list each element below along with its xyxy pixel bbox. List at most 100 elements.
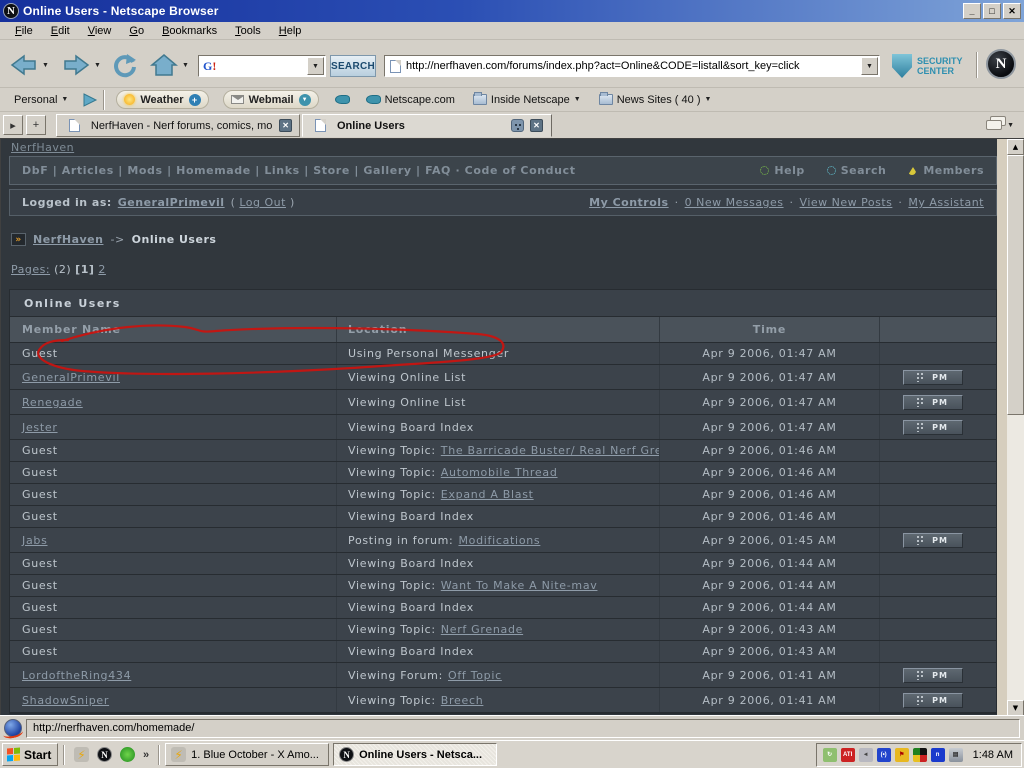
forum-nav-links[interactable]: DbF | Articles | Mods | Homemade | Links…	[22, 164, 576, 177]
tab-overview-button[interactable]: ▼	[984, 116, 1014, 134]
pm-button[interactable]: PM	[903, 533, 963, 548]
member-name[interactable]: Guest	[22, 645, 58, 658]
news-sites-folder[interactable]: News Sites ( 40 )▼	[599, 94, 712, 106]
page-2-link[interactable]: 2	[98, 263, 106, 276]
recycle-tray-icon[interactable]: ↻	[823, 748, 837, 762]
logout-link[interactable]: Log Out	[239, 196, 286, 209]
back-button[interactable]	[10, 54, 38, 76]
task-winamp[interactable]: ⚡ 1. Blue October - X Amo...	[165, 743, 329, 766]
maximize-button[interactable]: □	[983, 3, 1001, 19]
winamp-quicklaunch-icon[interactable]: ⚡	[73, 746, 90, 763]
avg-tray-icon[interactable]: ⚑	[895, 748, 909, 762]
column-header-time[interactable]: Time	[659, 317, 879, 342]
url-text[interactable]: http://nerfhaven.com/forums/index.php?ac…	[406, 60, 861, 72]
netscape-throbber-icon[interactable]: N	[986, 49, 1016, 79]
member-name[interactable]: Guest	[22, 488, 58, 501]
location-link[interactable]: Automobile Thread	[441, 466, 558, 479]
personal-dropdown-icon[interactable]: ▼	[61, 96, 68, 103]
pm-button[interactable]: PM	[903, 395, 963, 410]
pm-button[interactable]: PM	[903, 370, 963, 385]
location-link[interactable]: Expand A Blast	[441, 488, 534, 501]
search-button[interactable]: SEARCH	[330, 55, 376, 77]
menu-item[interactable]: Bookmarks	[153, 23, 226, 39]
quicklaunch-overflow-icon[interactable]: »	[143, 749, 149, 761]
member-name[interactable]: Renegade	[22, 396, 83, 409]
vertical-scrollbar[interactable]: ▲ ▼	[1007, 139, 1024, 715]
tab-nerfhaven[interactable]: NerfHaven - Nerf forums, comics, mo... ✕	[56, 114, 300, 137]
menu-item[interactable]: Edit	[42, 23, 79, 39]
username-link[interactable]: GeneralPrimevil	[118, 196, 225, 209]
menu-item[interactable]: Help	[270, 23, 311, 39]
display-tray-icon[interactable]	[913, 748, 927, 762]
member-name[interactable]: Jabs	[22, 534, 48, 547]
help-link[interactable]: Help	[760, 164, 804, 177]
menu-item[interactable]: Tools	[226, 23, 270, 39]
close-tab-icon[interactable]: ✕	[279, 119, 292, 132]
car-icon[interactable]	[335, 95, 350, 104]
breadcrumb-root-link[interactable]: NerfHaven	[33, 233, 103, 246]
member-name[interactable]: Guest	[22, 444, 58, 457]
pages-link[interactable]: Pages:	[11, 263, 50, 276]
location-link[interactable]: Breech	[441, 694, 484, 707]
new-messages-link[interactable]: 0 New Messages	[685, 196, 784, 209]
disk-tray-icon[interactable]: ▤	[949, 748, 963, 762]
members-link[interactable]: Members	[908, 164, 984, 177]
personal-menu[interactable]: Personal	[14, 94, 57, 106]
netscape-com-link[interactable]: Netscape.com	[366, 94, 455, 106]
member-name[interactable]: Guest	[22, 510, 58, 523]
volume-tray-icon[interactable]: ◄	[859, 748, 873, 762]
ati-tray-icon[interactable]: ATI	[841, 748, 855, 762]
column-header-member[interactable]: Member Name	[10, 317, 336, 342]
tab-list-button[interactable]: ▸	[3, 115, 23, 135]
netscape-quicklaunch-icon[interactable]: N	[96, 746, 113, 763]
url-dropdown-icon[interactable]: ▼	[861, 57, 878, 75]
play-arrow-icon[interactable]	[82, 93, 98, 107]
forward-dropdown-icon[interactable]: ▼	[94, 62, 101, 69]
back-dropdown-icon[interactable]: ▼	[42, 62, 49, 69]
member-name[interactable]: LordoftheRing434	[22, 669, 131, 682]
member-name[interactable]: Jester	[22, 421, 58, 434]
new-tab-button[interactable]: +	[26, 115, 46, 135]
close-button[interactable]: ✕	[1003, 3, 1021, 19]
my-assistant-link[interactable]: My Assistant	[908, 196, 984, 209]
member-name[interactable]: Guest	[22, 347, 58, 360]
close-tab-icon[interactable]: ✕	[530, 119, 543, 132]
pm-button[interactable]: PM	[903, 668, 963, 683]
site-home-link[interactable]: NerfHaven	[11, 141, 74, 154]
member-name[interactable]: Guest	[22, 601, 58, 614]
forward-button[interactable]	[62, 54, 90, 76]
webmail-button[interactable]: Webmail ▼	[223, 90, 319, 109]
member-name[interactable]: Guest	[22, 623, 58, 636]
column-header-location[interactable]: Location	[336, 317, 659, 342]
security-center-button[interactable]: SECURITYCENTER	[892, 54, 963, 78]
weather-button[interactable]: Weather +	[116, 90, 208, 109]
location-link[interactable]: Off Topic	[448, 669, 502, 682]
home-dropdown-icon[interactable]: ▼	[182, 62, 189, 69]
member-name[interactable]: Guest	[22, 579, 58, 592]
task-netscape[interactable]: N Online Users - Netsca...	[333, 743, 497, 766]
location-link[interactable]: The Barricade Buster/ Real Nerf Grenade	[441, 444, 659, 457]
scrollbar-thumb[interactable]	[1007, 155, 1024, 415]
wireless-tray-icon[interactable]: (•)	[877, 748, 891, 762]
member-name[interactable]: Guest	[22, 466, 58, 479]
location-link[interactable]: Modifications	[458, 534, 540, 547]
tab-online-users[interactable]: Online Users ✕	[302, 114, 552, 137]
menu-item[interactable]: View	[79, 23, 121, 39]
start-button[interactable]: Start	[2, 743, 58, 766]
reload-button[interactable]	[112, 52, 138, 78]
minimize-button[interactable]: _	[963, 3, 981, 19]
member-name[interactable]: GeneralPrimevil	[22, 371, 120, 384]
member-name[interactable]: Guest	[22, 557, 58, 570]
home-button[interactable]	[150, 53, 178, 77]
green-app-quicklaunch-icon[interactable]	[119, 746, 136, 763]
location-link[interactable]: Want To Make A Nite-mav	[441, 579, 598, 592]
menu-item[interactable]: Go	[120, 23, 153, 39]
menu-item[interactable]: File	[6, 23, 42, 39]
scroll-down-icon[interactable]: ▼	[1007, 700, 1024, 715]
scroll-up-icon[interactable]: ▲	[1007, 139, 1024, 155]
location-link[interactable]: Nerf Grenade	[441, 623, 523, 636]
pm-button[interactable]: PM	[903, 693, 963, 708]
my-controls-link[interactable]: My Controls	[589, 196, 668, 209]
search-dropdown-icon[interactable]: ▼	[307, 57, 324, 75]
view-new-posts-link[interactable]: View New Posts	[800, 196, 893, 209]
